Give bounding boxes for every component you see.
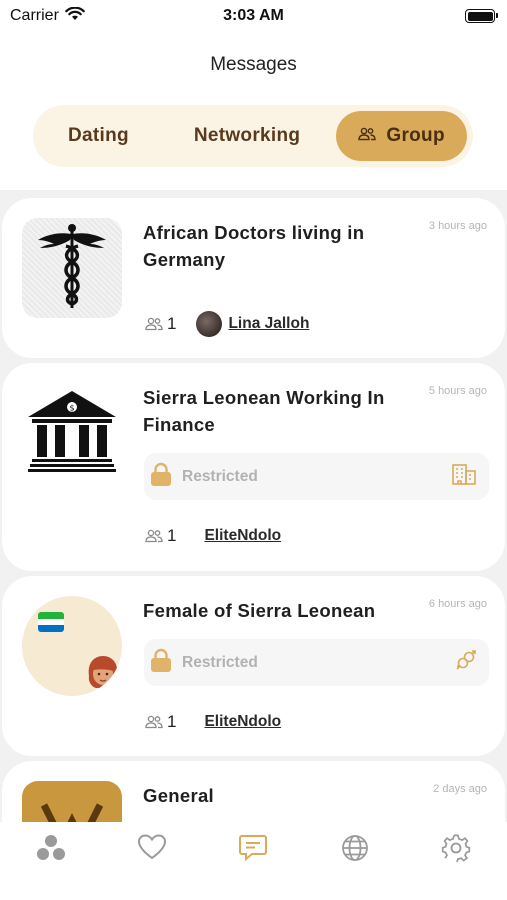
group-icon [144, 529, 164, 543]
globe-icon [340, 833, 370, 868]
group-title: Sierra Leonean Working In Finance [143, 387, 385, 435]
settings-gear-icon [441, 833, 471, 868]
group-card[interactable]: African Doctors living in Germany 3 hour… [2, 198, 505, 358]
tab-networking[interactable]: Networking [158, 111, 336, 161]
nav-likes[interactable] [127, 833, 177, 883]
tab-group[interactable]: Group [336, 111, 467, 161]
group-card[interactable]: Female of Sierra Leonean 6 hours ago Res… [2, 576, 505, 756]
group-list: African Doctors living in Germany 3 hour… [0, 190, 507, 822]
flag-woman-avatar [22, 596, 122, 696]
restricted-label: Restricted [182, 653, 258, 671]
woman-emoji-icon [88, 656, 118, 688]
sierra-leone-flag-icon [38, 612, 64, 632]
status-left: Carrier [10, 6, 85, 26]
group-card[interactable]: General 2 days ago [2, 761, 505, 822]
carrier-label: Carrier [10, 7, 59, 24]
owner-name-link[interactable]: EliteNdolo [204, 527, 281, 545]
owner-name-link[interactable]: Lina Jalloh [228, 315, 309, 333]
member-count: 1 [144, 712, 176, 732]
restricted-label: Restricted [182, 467, 258, 485]
group-meta: 1 Lina Jalloh [144, 311, 309, 337]
people-dots-icon [35, 833, 67, 868]
owner-name-link[interactable]: EliteNdolo [204, 713, 281, 731]
group-time: 2 days ago [433, 783, 487, 795]
bottom-nav [0, 822, 507, 900]
general-logo [22, 781, 122, 822]
restricted-banner: Restricted [144, 453, 489, 500]
message-type-tabs: Dating Networking Group [33, 105, 473, 167]
lock-icon [148, 461, 174, 492]
group-meta: 1 EliteNdolo [144, 712, 281, 732]
nav-people[interactable] [26, 833, 76, 883]
avatar [196, 311, 223, 337]
chat-icon [238, 833, 268, 866]
lock-icon [148, 647, 174, 678]
group-title: Female of Sierra Leonean [143, 600, 376, 621]
nav-messages[interactable] [228, 833, 278, 883]
group-icon [144, 715, 164, 729]
restricted-info: Restricted [148, 461, 258, 492]
member-count: 1 [144, 526, 176, 546]
bank-icon: $ [22, 383, 122, 483]
group-title: African Doctors living in Germany [143, 222, 365, 270]
caduceus-icon [22, 218, 122, 318]
restricted-banner: Restricted [144, 639, 489, 686]
wifi-icon [65, 6, 85, 26]
page-title: Messages [210, 54, 297, 75]
tab-dating[interactable]: Dating [39, 111, 158, 161]
nav-explore[interactable] [330, 833, 380, 883]
group-icon [358, 125, 377, 147]
group-time: 6 hours ago [428, 598, 487, 610]
member-count-value: 1 [167, 526, 177, 545]
restricted-info: Restricted [148, 647, 258, 678]
member-count: 1 [144, 314, 176, 334]
group-time: 3 hours ago [428, 220, 487, 232]
group-meta: 1 EliteNdolo [144, 526, 281, 546]
battery-icon [465, 9, 498, 23]
building-icon [451, 463, 477, 490]
group-title: General [143, 785, 214, 806]
member-count-value: 1 [167, 314, 177, 333]
group-card[interactable]: $ Sierra Leonean Working In Finance 5 ho… [2, 363, 505, 571]
tab-label: Dating [67, 125, 129, 146]
nav-settings[interactable] [431, 833, 481, 883]
group-icon [144, 317, 164, 331]
member-count-value: 1 [167, 712, 177, 731]
svg-text:$: $ [69, 404, 74, 413]
heart-icon [137, 833, 167, 866]
group-time: 5 hours ago [428, 385, 487, 397]
gender-icon [455, 649, 477, 676]
tab-label: Networking [193, 125, 301, 146]
tab-label: Group [386, 125, 445, 146]
status-bar: Carrier 3:03 AM [0, 0, 507, 32]
